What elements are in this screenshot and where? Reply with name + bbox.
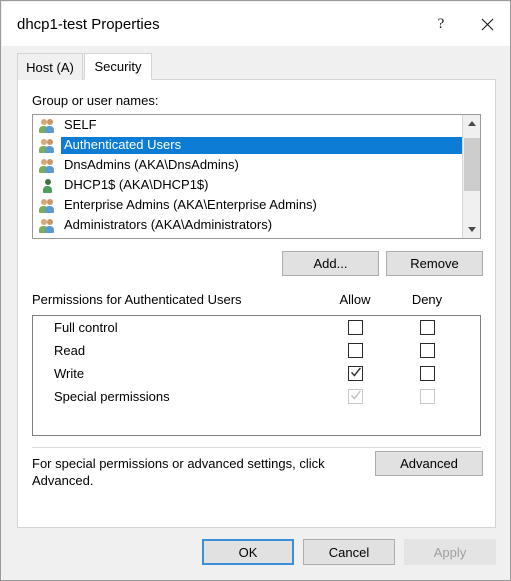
listbox-scrollbar[interactable] bbox=[462, 115, 480, 238]
close-icon bbox=[481, 18, 494, 31]
list-item[interactable]: DnsAdmins (AKA\DnsAdmins) bbox=[33, 155, 462, 175]
advanced-note: For special permissions or advanced sett… bbox=[32, 456, 325, 488]
cancel-button[interactable]: Cancel bbox=[303, 539, 395, 565]
group-icon bbox=[39, 217, 57, 233]
group-names-label: Group or user names: bbox=[32, 93, 159, 108]
checkbox-deny-read[interactable] bbox=[420, 343, 435, 358]
list-item-label: Enterprise Admins (AKA\Enterprise Admins… bbox=[64, 196, 317, 212]
chevron-up-icon[interactable] bbox=[463, 115, 480, 132]
add-button[interactable]: Add... bbox=[282, 251, 379, 276]
group-user-listbox[interactable]: SELF Authenticated Users DnsAdmins (AKA\… bbox=[32, 114, 481, 239]
table-row: Write bbox=[33, 362, 480, 385]
tab-security[interactable]: Security bbox=[84, 53, 152, 80]
permission-label: Full control bbox=[54, 320, 118, 335]
permission-label: Read bbox=[54, 343, 86, 358]
group-user-rows: SELF Authenticated Users DnsAdmins (AKA\… bbox=[33, 115, 462, 238]
table-row: Read bbox=[33, 339, 480, 362]
list-item[interactable]: SELF bbox=[33, 115, 462, 135]
help-button[interactable]: ? bbox=[418, 3, 464, 45]
apply-button: Apply bbox=[404, 539, 496, 565]
section-divider bbox=[32, 447, 481, 448]
table-row: Special permissions bbox=[33, 385, 480, 408]
checkmark-icon bbox=[351, 390, 361, 401]
permissions-header: Permissions for Authenticated Users bbox=[32, 292, 242, 307]
question-mark-icon: ? bbox=[437, 15, 445, 32]
list-item-label: DHCP1$ (AKA\DHCP1$) bbox=[64, 176, 209, 192]
column-header-deny: Deny bbox=[411, 292, 443, 307]
checkmark-icon bbox=[351, 367, 361, 378]
chevron-down-icon[interactable] bbox=[463, 221, 480, 238]
window-title: dhcp1-test Properties bbox=[17, 16, 160, 33]
tab-strip: Host (A) Security bbox=[17, 53, 496, 80]
list-item[interactable]: Authenticated Users bbox=[33, 135, 462, 155]
permissions-table: Full control Read Write Special permissi… bbox=[32, 315, 481, 436]
properties-dialog: dhcp1-test Properties ? Host (A) Securit… bbox=[0, 0, 511, 581]
scrollbar-thumb[interactable] bbox=[464, 138, 480, 191]
list-item-label: Administrators (AKA\Administrators) bbox=[64, 216, 273, 232]
close-button[interactable] bbox=[464, 3, 510, 45]
permission-label: Special permissions bbox=[54, 389, 170, 404]
advanced-button[interactable]: Advanced bbox=[375, 451, 483, 476]
remove-button[interactable]: Remove bbox=[386, 251, 483, 276]
checkbox-allow-full-control[interactable] bbox=[348, 320, 363, 335]
checkbox-allow-write[interactable] bbox=[348, 366, 363, 381]
list-item-label: DnsAdmins (AKA\DnsAdmins) bbox=[64, 156, 239, 172]
group-icon bbox=[39, 117, 57, 133]
title-bar: dhcp1-test Properties ? bbox=[2, 2, 510, 46]
tab-host-a-label: Host (A) bbox=[26, 59, 74, 75]
group-icon bbox=[39, 137, 57, 153]
checkbox-deny-special-permissions bbox=[420, 389, 435, 404]
checkbox-allow-read[interactable] bbox=[348, 343, 363, 358]
list-item[interactable]: Enterprise Admins (AKA\Enterprise Admins… bbox=[33, 195, 462, 215]
list-item[interactable]: DHCP1$ (AKA\DHCP1$) bbox=[33, 175, 462, 195]
security-tab-panel: Group or user names: SELF Authenticated … bbox=[17, 79, 496, 528]
permission-label: Write bbox=[54, 366, 85, 381]
table-row: Full control bbox=[33, 316, 480, 339]
tab-host-a[interactable]: Host (A) bbox=[17, 53, 83, 80]
ok-button[interactable]: OK bbox=[202, 539, 294, 565]
list-item[interactable]: Administrators (AKA\Administrators) bbox=[33, 215, 462, 235]
tab-security-label: Security bbox=[94, 59, 142, 74]
group-icon bbox=[39, 197, 57, 213]
checkbox-deny-write[interactable] bbox=[420, 366, 435, 381]
column-header-allow: Allow bbox=[339, 292, 371, 307]
list-item-label: Authenticated Users bbox=[61, 136, 462, 154]
user-icon bbox=[39, 177, 57, 193]
checkbox-allow-special-permissions bbox=[348, 389, 363, 404]
group-icon bbox=[39, 157, 57, 173]
checkbox-deny-full-control[interactable] bbox=[420, 320, 435, 335]
list-item-label: SELF bbox=[64, 116, 97, 132]
